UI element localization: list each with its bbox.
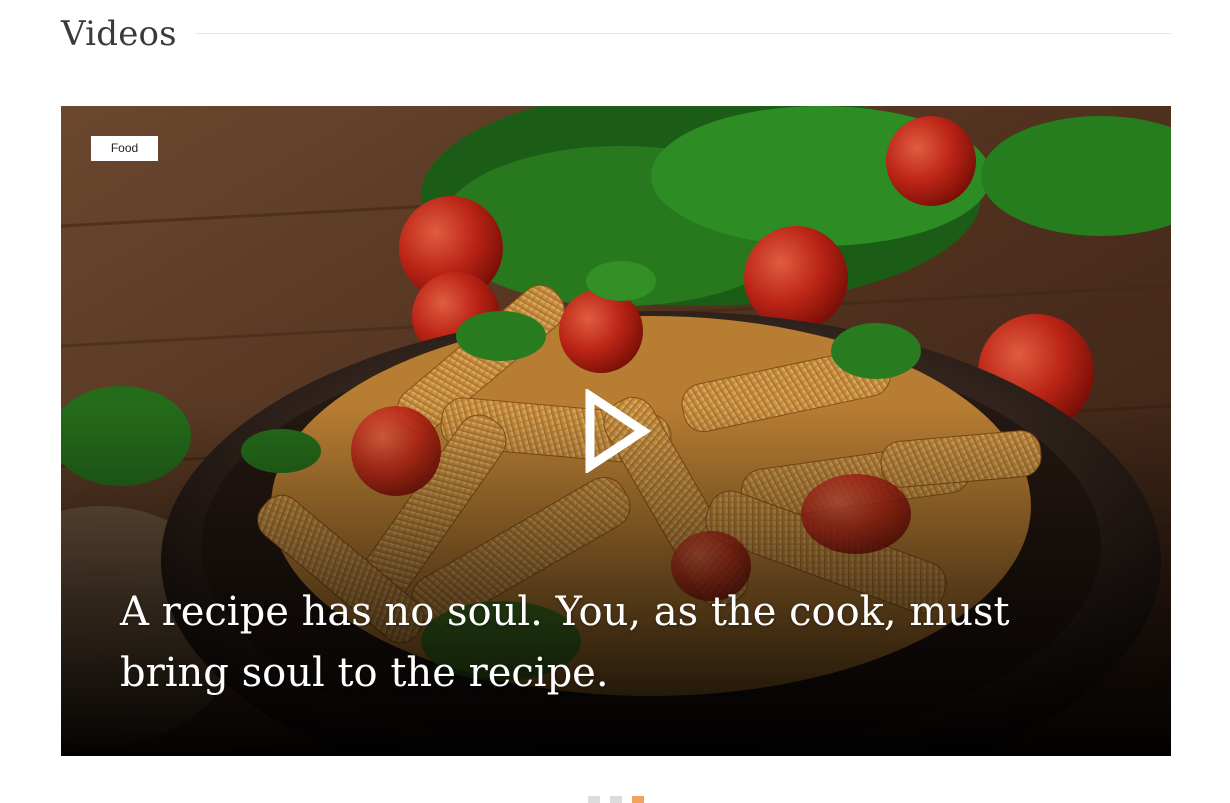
category-badge[interactable]: Food xyxy=(91,136,158,161)
pagination-dot[interactable] xyxy=(588,796,600,803)
video-caption[interactable]: A recipe has no soul. You, as the cook, … xyxy=(120,582,1130,704)
section-divider xyxy=(195,33,1171,34)
play-button[interactable] xyxy=(581,389,653,473)
pagination-dot[interactable] xyxy=(610,796,622,803)
section-title: Videos xyxy=(61,14,177,54)
pagination-dot-active[interactable] xyxy=(632,796,644,803)
section-header: Videos xyxy=(61,8,1171,58)
video-card[interactable]: Food A recipe has no soul. You, as the c… xyxy=(61,106,1171,756)
play-icon xyxy=(585,389,652,473)
carousel-pagination xyxy=(588,796,644,803)
